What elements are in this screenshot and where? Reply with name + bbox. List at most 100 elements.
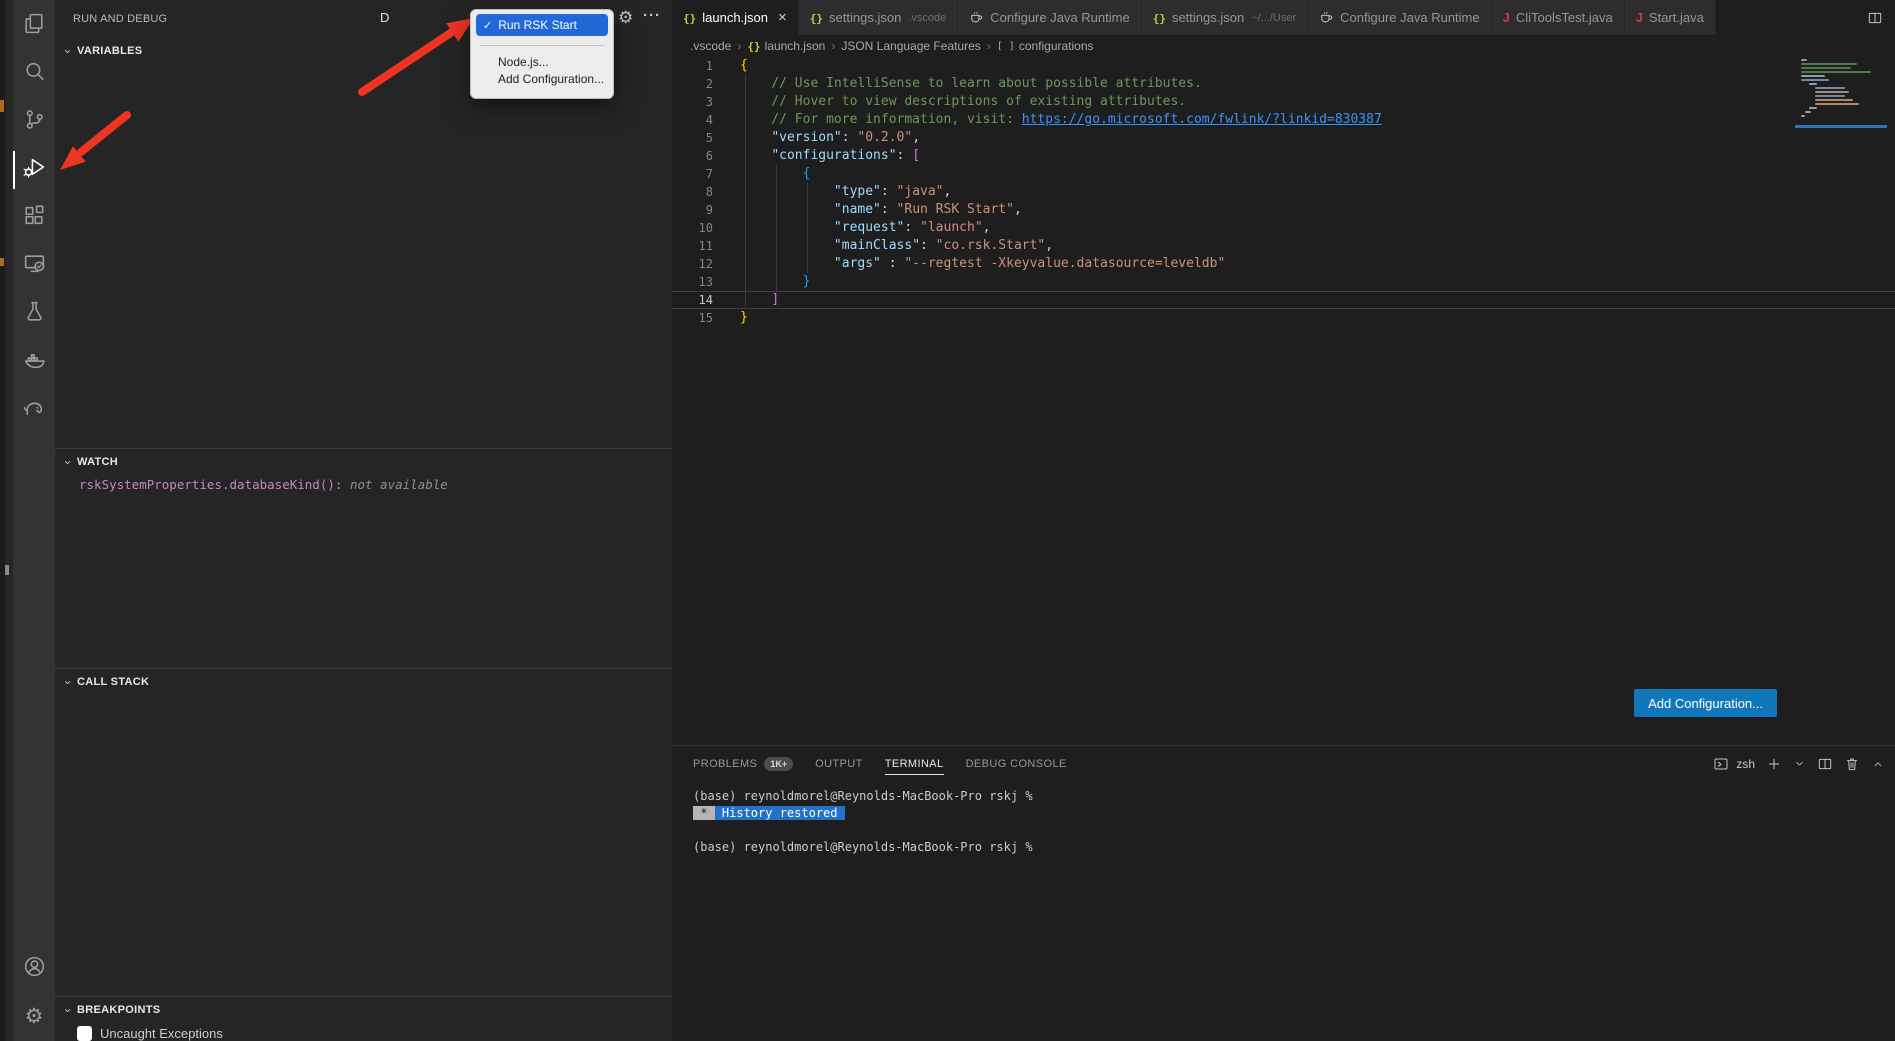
code-line[interactable]: 11 "mainClass": "co.rsk.Start",: [672, 237, 1895, 255]
tab-configure-java-runtime[interactable]: Configure Java Runtime: [1308, 0, 1491, 35]
watch-section-header[interactable]: WATCH: [55, 449, 672, 475]
trash-icon[interactable]: [1844, 756, 1860, 772]
panel-tab-label: OUTPUT: [815, 758, 863, 770]
tab-clitoolstest-java[interactable]: J CliToolsTest.java: [1492, 0, 1625, 35]
minimap-line: [1815, 91, 1849, 93]
tab-start-java[interactable]: JStart.java: [1625, 0, 1716, 35]
add-configuration-button[interactable]: Add Configuration...: [1634, 689, 1777, 717]
watch-section: WATCH rskSystemProperties.databaseKind()…: [55, 448, 672, 492]
code-line[interactable]: 7 {: [672, 165, 1895, 183]
activity-bar-item-explorer[interactable]: [13, 2, 55, 50]
code-line[interactable]: 8 "type": "java",: [672, 183, 1895, 201]
line-number: 4: [672, 111, 713, 129]
code-line[interactable]: 15}: [672, 309, 1895, 327]
activity-bar-item-settings[interactable]: ⚙: [13, 993, 55, 1041]
breakpoint-checkbox[interactable]: [77, 1026, 92, 1041]
plus-icon[interactable]: [1766, 756, 1782, 772]
terminal-line: [693, 822, 1895, 839]
breadcrumb-item-configurations[interactable]: [ ]configurations: [997, 39, 1094, 53]
breakpoint-uncaught-exceptions[interactable]: Uncaught Exceptions: [77, 1026, 672, 1041]
panel-tab-label: DEBUG CONSOLE: [966, 758, 1067, 770]
tab-settings-json-vscode[interactable]: {}settings.json.vscode: [799, 0, 958, 35]
terminal-output[interactable]: (base) reynoldmorel@Reynolds-MacBook-Pro…: [672, 781, 1895, 1041]
code-line[interactable]: 9 "name": "Run RSK Start",: [672, 201, 1895, 219]
activity-bar-item-search[interactable]: [13, 50, 55, 98]
code-content[interactable]: 1{2 // Use IntelliSense to learn about p…: [672, 57, 1895, 327]
activity-bar-item-remote-explorer[interactable]: [13, 242, 55, 290]
activity-bar-item-source-control[interactable]: [13, 98, 55, 146]
code-line[interactable]: 10 "request": "launch",: [672, 219, 1895, 237]
code-line[interactable]: 13 }: [672, 273, 1895, 291]
line-content: "args" : "--regtest -Xkeyvalue.datasourc…: [713, 255, 1895, 273]
code-line[interactable]: 5 "version": "0.2.0",: [672, 129, 1895, 147]
tab-launch-json[interactable]: {}launch.json×: [672, 0, 799, 35]
line-number: 7: [672, 165, 713, 183]
editor-pane[interactable]: 1{2 // Use IntelliSense to learn about p…: [672, 57, 1895, 745]
editor-tab-bar: {}launch.json×{}settings.json.vscodeConf…: [672, 0, 1895, 35]
line-content: // Use IntelliSense to learn about possi…: [713, 75, 1895, 93]
activity-bar-item-gradle[interactable]: [13, 386, 55, 434]
chevron-down-icon[interactable]: [1793, 757, 1806, 770]
chevron-up-icon[interactable]: [1871, 757, 1885, 771]
breadcrumb-item-launch-json[interactable]: {}launch.json: [747, 39, 825, 53]
activity-bar-spacer: [13, 434, 55, 945]
split-icon[interactable]: [1817, 756, 1833, 772]
call-stack-section-header[interactable]: CALL STACK: [55, 669, 672, 695]
more-actions-icon[interactable]: ···: [643, 7, 661, 24]
minimap-line: [1801, 79, 1829, 81]
code-line[interactable]: 4 // For more information, visit: https:…: [672, 111, 1895, 129]
code-line-current[interactable]: 14 ]: [672, 291, 1895, 309]
minimap-line: [1809, 107, 1817, 109]
terminal-line: (base) reynoldmorel@Reynolds-MacBook-Pro…: [693, 839, 1895, 856]
java-runtime-icon: [1319, 10, 1334, 25]
array-icon: [ ]: [997, 41, 1015, 52]
activity-bar-item-testing[interactable]: [13, 290, 55, 338]
menu-item-node-js[interactable]: Node.js...: [471, 53, 613, 70]
panel-tab-debug-console[interactable]: DEBUG CONSOLE: [966, 746, 1067, 781]
code-line[interactable]: 1{: [672, 57, 1895, 75]
background-mark: [0, 100, 4, 112]
minimap[interactable]: [1801, 59, 1883, 119]
background-window-strip: [0, 0, 13, 1041]
minimap-current-line-bar: [1795, 125, 1887, 128]
code-line[interactable]: 6 "configurations": [: [672, 147, 1895, 165]
gear-icon[interactable]: ⚙: [618, 8, 633, 28]
menu-item-run-rsk-start[interactable]: ✓Run RSK Start: [476, 14, 608, 36]
line-content: // For more information, visit: https://…: [713, 111, 1895, 129]
panel-tab-problems[interactable]: PROBLEMS1K+: [693, 746, 793, 781]
minimap-line: [1801, 63, 1857, 65]
line-number: 15: [672, 309, 713, 327]
split-editor-icon[interactable]: [1867, 10, 1883, 26]
minimap-line: [1809, 83, 1817, 85]
line-content: {: [713, 165, 1895, 183]
watch-expression-row[interactable]: rskSystemProperties.databaseKind(): not …: [79, 477, 672, 492]
activity-bar-item-run-and-debug[interactable]: [13, 146, 55, 194]
code-line[interactable]: 2 // Use IntelliSense to learn about pos…: [672, 75, 1895, 93]
code-line[interactable]: 3 // Hover to view descriptions of exist…: [672, 93, 1895, 111]
panel-tab-terminal[interactable]: TERMINAL: [885, 746, 944, 781]
breadcrumb-label: JSON Language Features: [841, 39, 980, 53]
activity-bar-item-extensions[interactable]: [13, 194, 55, 242]
java-runtime-icon: [969, 10, 984, 25]
tab-label: CliToolsTest.java: [1516, 10, 1613, 25]
breadcrumb-item-json-language-features[interactable]: JSON Language Features: [841, 39, 980, 53]
activity-bar-item-docker[interactable]: [13, 338, 55, 386]
close-icon[interactable]: ×: [778, 10, 787, 25]
breadcrumb-item-vscode[interactable]: .vscode: [690, 39, 731, 53]
code-line[interactable]: 12 "args" : "--regtest -Xkeyvalue.dataso…: [672, 255, 1895, 273]
activity-bar-item-accounts[interactable]: [13, 945, 55, 993]
minimap-line: [1801, 75, 1825, 77]
panel-tab-output[interactable]: OUTPUT: [815, 746, 863, 781]
explorer-icon: [22, 11, 47, 41]
terminal-icon[interactable]: [1713, 756, 1729, 772]
breakpoints-section-header[interactable]: BREAKPOINTS: [55, 997, 672, 1023]
tab-configure-java-runtime[interactable]: Configure Java Runtime: [958, 0, 1141, 35]
line-number: 14: [672, 291, 713, 309]
java-file-icon: J: [1503, 9, 1510, 27]
menu-item-add-configuration[interactable]: Add Configuration...: [471, 70, 613, 87]
breakpoints-label: BREAKPOINTS: [77, 1004, 160, 1016]
terminal-line: (base) reynoldmorel@Reynolds-MacBook-Pro…: [693, 788, 1895, 805]
tab-settings-json-user[interactable]: {}settings.json~/.../User: [1142, 0, 1308, 35]
terminal-line: * History restored: [693, 805, 1895, 822]
tab-label: settings.json: [1172, 10, 1244, 25]
